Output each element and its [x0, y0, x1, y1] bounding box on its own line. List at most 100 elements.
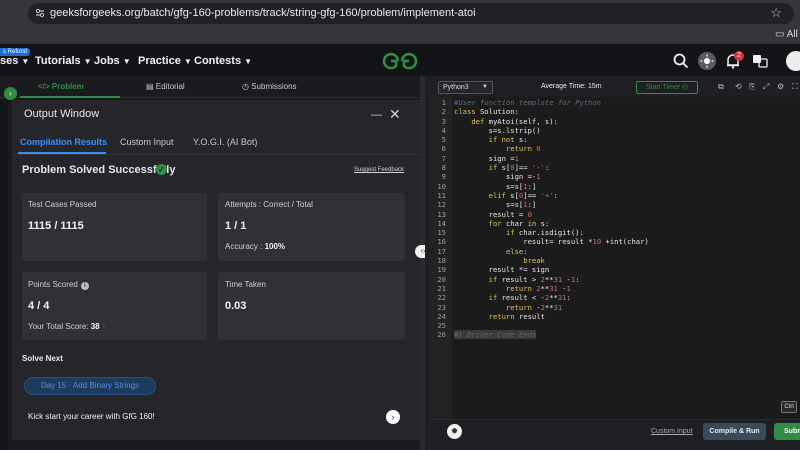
ctrl-key-chip[interactable]: Ctrl: [781, 401, 797, 413]
upload-icon[interactable]: ⎘: [749, 82, 755, 92]
code-line[interactable]: 17 else:: [430, 247, 649, 256]
code-line[interactable]: 18 break: [430, 256, 649, 265]
line-number: 10: [437, 181, 446, 191]
bookmark-star-icon[interactable]: ☆: [770, 5, 782, 21]
language-select[interactable]: Python3 ▼: [438, 81, 493, 94]
code-content[interactable]: 1 #User function template for Python 2 clas…: [430, 98, 649, 340]
chevron-down-icon: ▼: [83, 57, 92, 66]
line-number: 24: [437, 311, 446, 321]
expand-arrow-icon[interactable]: ›: [4, 87, 17, 100]
site-info-icon[interactable]: [34, 7, 46, 19]
translate-icon[interactable]: [751, 52, 769, 70]
editorial-icon: ▤: [146, 82, 156, 91]
code-line[interactable]: 16 result= result *10 +int(char): [430, 237, 648, 246]
code-line[interactable]: 8 if s[0]== '-':: [430, 163, 649, 172]
chevron-down-icon: ▼: [122, 57, 131, 66]
code-line[interactable]: 13 result = 0: [430, 210, 649, 219]
test-cases-label: Test Cases Passed: [28, 200, 97, 209]
code-line[interactable]: 26 #} Driver Code Ends: [430, 330, 649, 340]
chevron-down-icon: ▼: [183, 57, 192, 66]
tab-yogi-ai-bot[interactable]: Y.O.G.I. (AI Bot): [193, 137, 257, 147]
line-number: 20: [437, 274, 446, 284]
submit-button[interactable]: Submit: [774, 423, 800, 440]
lightbulb-icon[interactable]: ✹: [447, 424, 462, 439]
code-line[interactable]: 14 for char in s:: [430, 219, 649, 228]
minimize-icon[interactable]: —: [371, 109, 382, 121]
average-time: Average Time: 15m: [541, 83, 602, 90]
address-bar[interactable]: geeksforgeeks.org/batch/gfg-160-problems…: [28, 3, 794, 24]
code-line[interactable]: 23 return -2**31: [430, 303, 649, 312]
code-text: def myAtoi(self, s):: [471, 116, 558, 126]
code-line[interactable]: 2 class Solution:: [430, 107, 649, 116]
tab-custom-input[interactable]: Custom Input: [120, 137, 174, 147]
code-line[interactable]: 15 if char.isdigit():: [430, 228, 649, 237]
line-number: 5: [441, 135, 446, 145]
nav-courses[interactable]: ses ▼: [0, 55, 29, 67]
code-text: if s[0]== '-':: [488, 163, 550, 173]
line-number: 2: [441, 107, 446, 117]
code-line[interactable]: 24 return result: [430, 312, 649, 321]
code-line[interactable]: 22 if result < -2**31:: [430, 293, 649, 302]
fullscreen-icon[interactable]: ⛶: [792, 82, 798, 92]
nav-tutorials[interactable]: Tutorials ▼: [35, 55, 92, 67]
code-line[interactable]: 12 s=s[1:]: [430, 200, 649, 209]
suggest-feedback-link[interactable]: Suggest Feedback: [354, 167, 404, 173]
avatar[interactable]: [786, 51, 800, 71]
code-line[interactable]: 9 sign =-1: [430, 172, 649, 181]
next-problem-button[interactable]: Day 15 - Add Binary Strings: [24, 377, 156, 395]
code-line[interactable]: 21 return 2**31 -1: [430, 284, 649, 293]
tab-submissions[interactable]: ◷ Submissions: [242, 82, 297, 91]
kickstart-text: Kick start your career with GfG 160!: [28, 412, 155, 421]
start-timer-button[interactable]: Start Timer ◴: [636, 81, 698, 94]
code-line[interactable]: 6 return 0: [430, 144, 649, 153]
code-line[interactable]: 11 elif s[0]== '+':: [430, 191, 649, 200]
nav-contests[interactable]: Contests ▼: [194, 55, 252, 67]
code-line[interactable]: 25: [430, 321, 649, 330]
code-text: for char in s:: [488, 218, 550, 228]
line-number: 8: [441, 163, 446, 173]
code-line[interactable]: 19 result *= sign: [430, 265, 649, 274]
close-icon[interactable]: ✕: [389, 106, 401, 123]
line-number: 26: [437, 330, 446, 340]
line-number: 14: [437, 218, 446, 228]
chevron-right-icon[interactable]: ›: [386, 410, 400, 424]
code-text: if result > 2**31 -1:: [488, 274, 580, 284]
line-number: 22: [437, 293, 446, 303]
gfg-logo[interactable]: [382, 52, 418, 70]
code-text: if char.isdigit():: [505, 228, 584, 238]
nav-practice[interactable]: Practice ▼: [138, 55, 192, 67]
copy-icon[interactable]: ⧉: [718, 82, 724, 92]
settings-gear-icon[interactable]: ⚙: [777, 82, 784, 91]
code-text: #} Driver Code Ends: [454, 330, 537, 340]
expand-icon[interactable]: ⤢: [763, 82, 769, 92]
code-line[interactable]: 1 #User function template for Python: [430, 98, 649, 107]
compile-run-button[interactable]: Compile & Run: [703, 423, 766, 440]
line-number: 7: [441, 153, 446, 163]
line-number: 1: [441, 98, 446, 107]
code-line[interactable]: 5 if not s:: [430, 135, 649, 144]
tab-compilation-results[interactable]: Compilation Results: [20, 137, 107, 147]
code-line[interactable]: 7 sign =1: [430, 154, 649, 163]
url-text[interactable]: geeksforgeeks.org/batch/gfg-160-problems…: [50, 7, 476, 19]
chevron-down-icon: ▼: [21, 57, 30, 66]
code-text: else:: [505, 246, 528, 256]
code-line[interactable]: 20 if result > 2**31 -1:: [430, 275, 649, 284]
nav-jobs[interactable]: Jobs ▼: [94, 55, 131, 67]
theme-toggle-icon[interactable]: [698, 52, 716, 70]
search-icon[interactable]: [672, 52, 690, 70]
result-status: Problem Solved Successfully: [22, 164, 176, 176]
code-line[interactable]: 3 def myAtoi(self, s):: [430, 117, 649, 126]
code-text: class Solution:: [454, 107, 519, 117]
info-icon[interactable]: i: [80, 282, 89, 290]
tab-problem[interactable]: </> Problem: [38, 82, 84, 91]
tab-editorial[interactable]: ▤ Editorial: [146, 82, 185, 91]
line-number: 12: [437, 200, 446, 210]
all-bookmarks-folder[interactable]: ▭ All B: [775, 29, 800, 40]
custom-input-link[interactable]: Custom Input: [651, 428, 693, 435]
code-line[interactable]: 4 s=s.lstrip(): [430, 126, 649, 135]
code-line[interactable]: 10 s=s[1:]: [430, 182, 649, 191]
code-text: return result: [488, 311, 545, 321]
code-text: if not s:: [488, 135, 528, 145]
reset-icon[interactable]: ⟲: [735, 82, 742, 91]
line-number: 11: [437, 190, 446, 200]
